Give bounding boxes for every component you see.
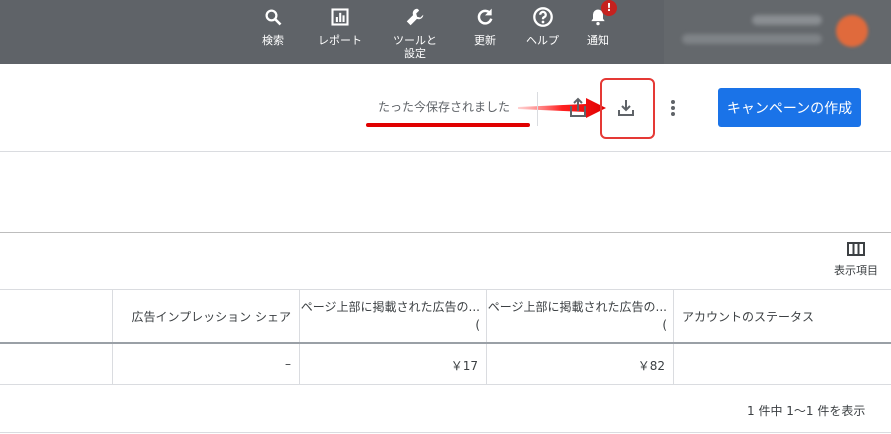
header-top-impression-2[interactable]: ページ上部に掲載された広告の... (	[486, 290, 673, 343]
columns-icon	[847, 242, 865, 256]
search-icon	[262, 6, 284, 28]
header-top-impression-1[interactable]: ページ上部に掲載された広告の... (	[299, 290, 486, 343]
header-account-status[interactable]: アカウントのステータス	[673, 290, 891, 343]
table-cell	[673, 344, 891, 384]
annotation-highlight-box	[600, 78, 655, 139]
nav-search[interactable]: 検索	[262, 6, 284, 47]
row-bottom-border	[0, 384, 891, 385]
table-cell: ￥17	[299, 344, 486, 384]
cell-value: ￥82	[637, 359, 665, 373]
more-options-button[interactable]	[657, 92, 689, 124]
reports-icon	[329, 6, 351, 28]
save-status-text: たった今保存されました	[378, 100, 511, 114]
columns-label: 表示項目	[834, 264, 878, 277]
share-icon	[570, 97, 586, 117]
toolbar-divider	[537, 92, 538, 126]
create-campaign-button[interactable]: キャンペーンの作成	[718, 88, 861, 127]
table-cell: –	[112, 344, 299, 384]
section-divider-line	[0, 232, 891, 233]
nav-refresh[interactable]: 更新	[474, 6, 496, 47]
notification-badge: !	[601, 0, 617, 16]
account-name-blurred	[752, 15, 822, 25]
nav-refresh-label: 更新	[474, 34, 496, 47]
header-label: アカウントのステータス	[682, 310, 815, 324]
nav-notifications[interactable]: ! 通知	[587, 0, 617, 47]
table-cell: ￥82	[486, 344, 673, 384]
header-label: ページ上部に掲載された広告の...	[487, 300, 667, 314]
nav-reports[interactable]: レポート	[318, 6, 362, 47]
header-sublabel: (	[662, 318, 667, 332]
top-navigation-bar: 検索 レポート ツールと 設定 更新 ヘルプ ! 通知	[0, 0, 891, 64]
more-vert-icon	[671, 100, 675, 116]
cell-value: –	[285, 357, 291, 371]
share-button[interactable]	[562, 92, 594, 124]
wrench-icon	[404, 6, 426, 28]
nav-notifications-label: 通知	[587, 34, 609, 47]
refresh-icon	[474, 6, 496, 28]
annotation-underline	[366, 123, 530, 127]
pagination-summary: 1 件中 1～1 件を表示	[747, 404, 866, 418]
help-icon	[532, 6, 554, 28]
avatar[interactable]	[836, 15, 868, 47]
nav-tools-label: ツールと	[393, 34, 437, 47]
account-email-blurred	[682, 34, 822, 44]
bell-icon: !	[587, 0, 617, 28]
nav-search-label: 検索	[262, 34, 284, 47]
footer-border	[0, 432, 891, 433]
header-label: 広告インプレッション シェア	[131, 310, 291, 324]
nav-tools[interactable]: ツールと 設定	[393, 6, 437, 60]
cell-value: ￥17	[450, 359, 478, 373]
toolbar-divider-line	[0, 151, 891, 152]
header-sublabel: (	[475, 318, 480, 332]
header-impression-share[interactable]: 広告インプレッション シェア	[112, 290, 299, 343]
columns-button[interactable]: 表示項目	[826, 242, 886, 278]
nav-help[interactable]: ヘルプ	[526, 6, 559, 47]
nav-tools-label2: 設定	[404, 47, 426, 60]
nav-help-label: ヘルプ	[526, 34, 559, 47]
nav-reports-label: レポート	[318, 34, 362, 47]
header-label: ページ上部に掲載された広告の...	[300, 300, 480, 314]
